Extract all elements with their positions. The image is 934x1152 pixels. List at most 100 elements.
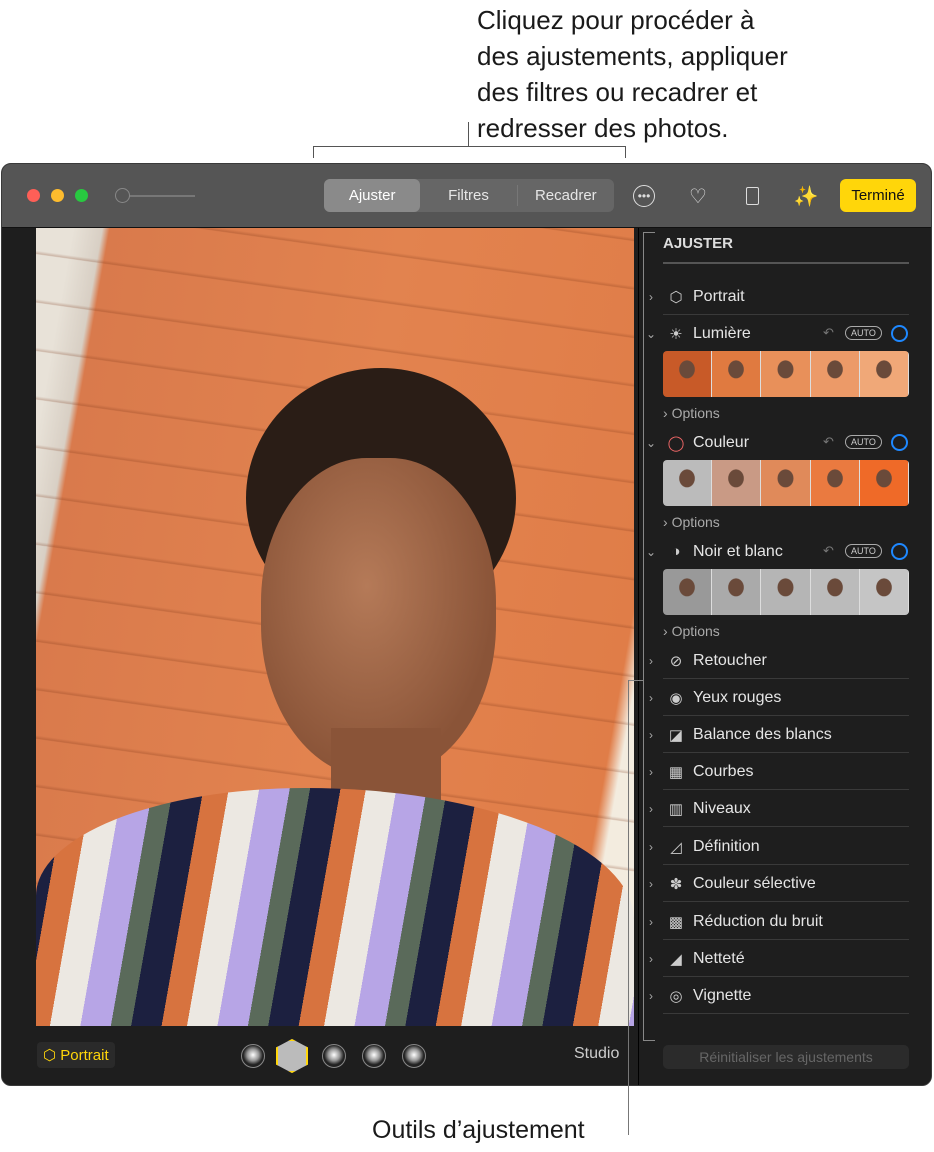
zoom-slider[interactable] — [120, 195, 195, 197]
thumbnail — [859, 569, 909, 615]
thumbnail — [859, 351, 909, 397]
portrait-label: Portrait — [60, 1047, 109, 1064]
zoom-button[interactable] — [75, 189, 88, 202]
sidebar-item-eye[interactable]: › ◉ Yeux rouges — [639, 679, 909, 716]
sidebar-item-label: Définition — [693, 837, 760, 855]
callout-bottom: Outils d’ajustement — [372, 1116, 585, 1144]
sidebar-item-sharpen[interactable]: › ◢ Netteté — [639, 940, 909, 977]
enable-toggle[interactable] — [891, 543, 908, 560]
tab-ajuster[interactable]: Ajuster — [324, 179, 421, 212]
adjust-sidebar: AJUSTER › ⬡ Portrait ⌄ ☀ Lumière ↶ AUTO › Option… — [638, 228, 931, 1085]
divider — [663, 1013, 909, 1014]
stage-mono-light-icon[interactable] — [402, 1044, 426, 1068]
thumbnail — [712, 351, 762, 397]
auto-button[interactable]: AUTO — [845, 326, 882, 340]
options-toggle[interactable]: › Options — [663, 405, 720, 421]
eye-icon: ◉ — [669, 689, 683, 707]
chevron-right-icon: › — [663, 623, 672, 639]
magic-wand-icon[interactable]: ✨ — [792, 182, 820, 210]
callout-bracket — [313, 146, 626, 147]
thumbnail — [810, 569, 860, 615]
sidebar-item-dots[interactable]: › ✽ Couleur sélective — [639, 865, 909, 902]
more-icon[interactable]: ••• — [630, 182, 658, 210]
tab-recadrer[interactable]: Recadrer — [516, 185, 614, 206]
sidebar-item-cube[interactable]: › ⬡ Portrait — [639, 278, 909, 315]
contour-light-icon[interactable] — [322, 1044, 346, 1068]
reset-adjustments-button[interactable]: Réinitialiser les ajustements — [663, 1045, 909, 1069]
callout-bracket — [643, 1040, 655, 1041]
adjust-slider-thumbnails[interactable] — [663, 351, 909, 397]
sidebar-item-white-balance[interactable]: › ◪ Balance des blancs — [639, 716, 909, 753]
sidebar-item-label: Balance des blancs — [693, 725, 832, 743]
options-toggle[interactable]: › Options — [663, 623, 720, 639]
callout-bracket — [625, 146, 626, 158]
enable-toggle[interactable] — [891, 434, 908, 451]
adjust-slider-thumbnails[interactable] — [663, 460, 909, 506]
options-label: Options — [671, 514, 720, 530]
undo-icon[interactable]: ↶ — [823, 325, 834, 341]
undo-icon[interactable]: ↶ — [823, 434, 834, 450]
bottom-bar: ⬡ Portrait Studio — [2, 1026, 638, 1085]
thumbnail — [761, 569, 811, 615]
done-button[interactable]: Terminé — [840, 179, 916, 212]
heart-icon[interactable]: ♡ — [684, 182, 712, 210]
callout-line — [468, 122, 469, 147]
noise-icon: ▩ — [668, 913, 684, 931]
callout-line — [628, 680, 629, 1135]
portrait-button[interactable]: ⬡ Portrait — [37, 1042, 115, 1068]
options-label: Options — [671, 623, 720, 639]
callout-line: des ajustements, appliquer — [477, 41, 788, 71]
triangle-icon: ◿ — [670, 838, 682, 856]
adjust-slider-thumbnails[interactable] — [663, 569, 909, 615]
white-balance-icon: ◪ — [668, 726, 684, 744]
rotate-icon[interactable] — [738, 182, 766, 210]
sharpen-icon: ◢ — [670, 950, 682, 968]
natural-light-icon[interactable] — [241, 1044, 265, 1068]
curves-icon: ▦ — [668, 763, 684, 781]
sidebar-item-label: Couleur sélective — [693, 874, 816, 892]
thumbnail — [761, 351, 811, 397]
callout-bracket — [643, 232, 644, 1040]
sidebar-item-bandage[interactable]: › ⊘ Retoucher — [639, 642, 909, 679]
sidebar-item-noise[interactable]: › ▩ Réduction du bruit — [639, 903, 909, 940]
divider — [663, 826, 909, 827]
callout-line: redresser des photos. — [477, 113, 729, 143]
callout-line: des filtres ou recadrer et — [477, 77, 758, 107]
thumbnail — [712, 460, 762, 506]
stage-light-icon[interactable] — [362, 1044, 386, 1068]
options-toggle[interactable]: › Options — [663, 514, 720, 530]
callout-line — [628, 680, 644, 681]
sidebar-item-label: Lumière — [693, 324, 751, 342]
levels-icon: ▥ — [668, 800, 684, 818]
thumbnail — [761, 460, 811, 506]
sun-icon: ☀ — [669, 325, 683, 343]
thumbnail — [663, 460, 713, 506]
sidebar-item-curves[interactable]: › ▦ Courbes — [639, 753, 909, 790]
bandage-icon: ⊘ — [669, 652, 683, 670]
auto-button[interactable]: AUTO — [845, 435, 882, 449]
sidebar-item-label: Réduction du bruit — [693, 912, 823, 930]
studio-light-icon[interactable] — [276, 1039, 308, 1073]
sidebar-item-vignette[interactable]: › ◎ Vignette — [639, 977, 909, 1014]
enable-toggle[interactable] — [891, 325, 908, 342]
undo-icon[interactable]: ↶ — [823, 543, 834, 559]
callout-bracket — [643, 232, 655, 233]
sidebar-item-triangle[interactable]: › ◿ Définition — [639, 828, 909, 865]
sidebar-item-label: Portrait — [693, 287, 745, 305]
lighting-label: Studio — [574, 1045, 620, 1062]
tab-filtres[interactable]: Filtres — [420, 179, 516, 212]
close-button[interactable] — [27, 189, 40, 202]
sidebar-item-label: Couleur — [693, 433, 750, 451]
sidebar-item-label: Niveaux — [693, 799, 751, 817]
sidebar-item-label: Retoucher — [693, 651, 767, 669]
thumbnail — [663, 569, 713, 615]
half-circle-icon: ◑ — [671, 543, 681, 560]
thumbnail — [810, 351, 860, 397]
photo — [36, 228, 634, 1026]
dots-icon: ✽ — [669, 875, 683, 893]
auto-button[interactable]: AUTO — [845, 544, 882, 558]
sidebar-item-levels[interactable]: › ▥ Niveaux — [639, 790, 909, 827]
minimize-button[interactable] — [51, 189, 64, 202]
zoom-slider-knob[interactable] — [115, 188, 130, 203]
mode-tabs: Ajuster Filtres Recadrer — [324, 179, 614, 212]
